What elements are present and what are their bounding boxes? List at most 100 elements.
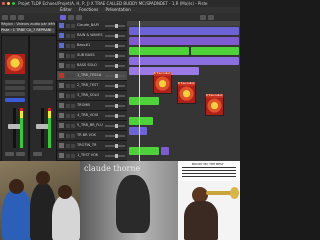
- track-volume-knob[interactable]: [115, 143, 118, 148]
- audio-region[interactable]: [129, 37, 239, 45]
- timeline-ruler[interactable]: [127, 21, 240, 26]
- close-window-icon[interactable]: [2, 2, 5, 5]
- input-slot[interactable]: [5, 86, 25, 90]
- audio-region[interactable]: [129, 117, 153, 125]
- track-volume-slider[interactable]: [105, 53, 125, 58]
- track-volume-knob[interactable]: [115, 133, 118, 138]
- track-header[interactable]: TROMB: [57, 101, 127, 111]
- solo-button[interactable]: [71, 133, 75, 138]
- track-volume-knob[interactable]: [115, 83, 118, 88]
- mute-button[interactable]: [66, 83, 70, 88]
- track-volume-knob[interactable]: [115, 123, 118, 128]
- mute-button[interactable]: [66, 33, 70, 38]
- solo-button[interactable]: [71, 103, 75, 108]
- track-header[interactable]: SUB BASS: [57, 51, 127, 61]
- mute-button[interactable]: [66, 143, 70, 148]
- inspector-button[interactable]: [10, 14, 16, 20]
- solo-button[interactable]: [71, 63, 75, 68]
- track-volume-slider[interactable]: [105, 33, 125, 38]
- zoom-in-button[interactable]: [208, 14, 214, 20]
- snap-button[interactable]: [76, 14, 82, 20]
- track-volume-slider[interactable]: [105, 43, 125, 48]
- track-volume-knob[interactable]: [115, 113, 118, 118]
- track-header[interactable]: 1_TEST VOK: [57, 151, 127, 161]
- eq-display[interactable]: [5, 80, 25, 84]
- cover-region[interactable]: B Trae Called Buddy: [153, 72, 172, 94]
- track-volume-slider[interactable]: [105, 23, 125, 28]
- master-fx-slot[interactable]: [33, 86, 53, 90]
- mute-button[interactable]: [66, 153, 70, 158]
- cover-region[interactable]: B Trae Called Buddy: [205, 94, 224, 116]
- track-volume-slider[interactable]: [105, 143, 125, 148]
- track-volume-slider[interactable]: [105, 113, 125, 118]
- mute-button[interactable]: [66, 123, 70, 128]
- output-slot[interactable]: [5, 98, 25, 102]
- track-header[interactable]: RAIN & WAVES: [57, 31, 127, 41]
- audio-region[interactable]: [129, 147, 159, 155]
- minimize-window-icon[interactable]: [7, 2, 10, 5]
- master-eq-display[interactable]: [33, 80, 53, 84]
- track-volume-slider[interactable]: [105, 103, 125, 108]
- pencil-tool-button[interactable]: [68, 14, 74, 20]
- solo-button[interactable]: [71, 73, 75, 78]
- zoom-window-icon[interactable]: [12, 2, 15, 5]
- audio-region[interactable]: [191, 47, 239, 55]
- solo-button[interactable]: [71, 123, 75, 128]
- editors-button[interactable]: [18, 14, 24, 20]
- audio-region[interactable]: [129, 57, 239, 65]
- track-volume-knob[interactable]: [115, 73, 118, 78]
- zoom-out-button[interactable]: [200, 14, 206, 20]
- mute-button[interactable]: [5, 152, 14, 156]
- mute-button[interactable]: [66, 113, 70, 118]
- menu-item-functions[interactable]: Fonctions: [79, 7, 98, 12]
- solo-button[interactable]: [71, 83, 75, 88]
- track-header[interactable]: TROTIN_TR: [57, 141, 127, 151]
- track-header[interactable]: Claude_BAPI: [57, 21, 127, 31]
- track-header[interactable]: Bass#1: [57, 41, 127, 51]
- menu-item-edit[interactable]: Éditer: [60, 7, 72, 12]
- audio-region[interactable]: [129, 97, 159, 105]
- track-volume-slider[interactable]: [105, 153, 125, 158]
- track-header[interactable]: TR BR VOX: [57, 131, 127, 141]
- track-header[interactable]: 2_TRB_TEST: [57, 81, 127, 91]
- mute-button[interactable]: [66, 63, 70, 68]
- arrange-area[interactable]: B Trae Called Buddy B Trae Called Buddy B …: [127, 21, 240, 161]
- track-volume-knob[interactable]: [115, 33, 118, 38]
- solo-button[interactable]: [71, 53, 75, 58]
- track-volume-knob[interactable]: [115, 153, 118, 158]
- track-header[interactable]: 3_TRB_SOLO: [57, 91, 127, 101]
- track-volume-slider[interactable]: [105, 63, 125, 68]
- solo-button[interactable]: [71, 33, 75, 38]
- track-volume-slider[interactable]: [105, 93, 125, 98]
- mute-button[interactable]: [66, 93, 70, 98]
- track-header[interactable]: 4_TRB_VOIX: [57, 111, 127, 121]
- track-volume-slider[interactable]: [105, 73, 125, 78]
- track-volume-knob[interactable]: [115, 23, 118, 28]
- solo-button[interactable]: [71, 23, 75, 28]
- solo-button[interactable]: [16, 152, 25, 156]
- mute-button[interactable]: [66, 133, 70, 138]
- track-volume-knob[interactable]: [115, 103, 118, 108]
- mute-button[interactable]: [66, 53, 70, 58]
- master-mute-button[interactable]: [33, 152, 42, 156]
- track-volume-slider[interactable]: [105, 83, 125, 88]
- track-volume-knob[interactable]: [115, 63, 118, 68]
- solo-button[interactable]: [71, 143, 75, 148]
- track-volume-knob[interactable]: [115, 93, 118, 98]
- track-header[interactable]: 1_TRB_TESS#: [57, 71, 127, 81]
- track-header[interactable]: 5_TRB_BR_FLUT: [57, 121, 127, 131]
- audio-region[interactable]: [129, 27, 239, 35]
- track-header[interactable]: BASS SOLO: [57, 61, 127, 71]
- audio-region[interactable]: [129, 127, 147, 135]
- track-volume-knob[interactable]: [115, 53, 118, 58]
- audio-region[interactable]: [161, 147, 169, 155]
- solo-button[interactable]: [71, 153, 75, 158]
- solo-button[interactable]: [71, 93, 75, 98]
- mute-button[interactable]: [66, 23, 70, 28]
- track-inspector-header[interactable]: Piste : 1 TRBE CA_7 REPRANI: [1, 28, 55, 33]
- audio-fx-slot[interactable]: [5, 92, 25, 96]
- solo-button[interactable]: [71, 43, 75, 48]
- solo-button[interactable]: [71, 113, 75, 118]
- track-volume-slider[interactable]: [105, 133, 125, 138]
- mute-button[interactable]: [66, 43, 70, 48]
